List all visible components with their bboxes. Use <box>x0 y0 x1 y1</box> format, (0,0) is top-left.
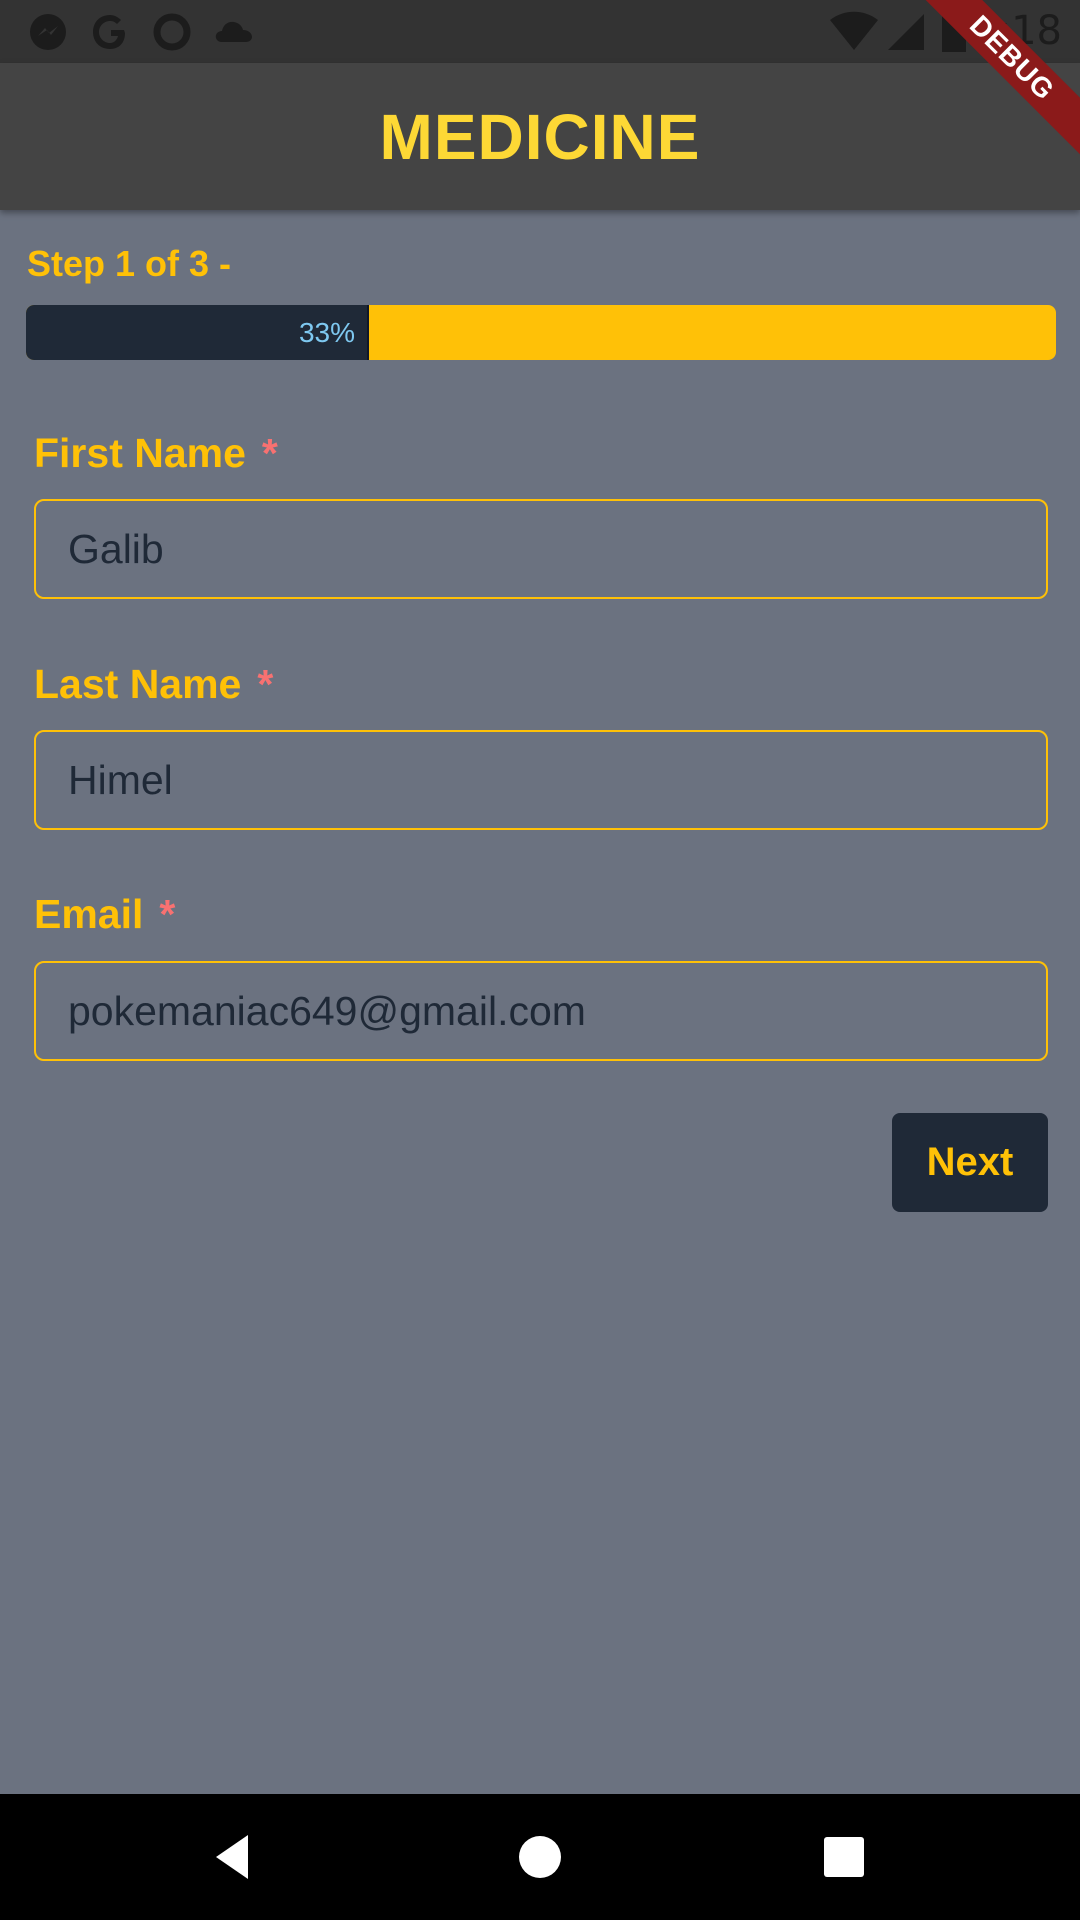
required-asterisk: * <box>257 661 274 707</box>
first-name-label: First Name * <box>34 430 278 477</box>
progress-bar: 33% <box>26 305 1056 360</box>
app-title: MEDICINE <box>379 100 701 173</box>
navigation-bar <box>0 1794 1080 1920</box>
first-name-field[interactable] <box>34 499 1048 599</box>
recents-icon[interactable] <box>814 1827 874 1887</box>
cloud-icon <box>215 21 252 42</box>
required-asterisk: * <box>261 430 278 476</box>
google-icon <box>93 15 125 49</box>
next-button[interactable]: Next <box>892 1113 1048 1212</box>
required-asterisk: * <box>159 891 176 937</box>
messenger-icon <box>30 14 66 50</box>
email-field[interactable] <box>34 961 1048 1061</box>
app-bar: MEDICINE <box>0 63 1080 210</box>
back-icon[interactable] <box>206 1827 266 1887</box>
circle-icon <box>153 13 191 51</box>
wifi-icon <box>830 11 878 50</box>
progress-percent: 33% <box>298 316 355 348</box>
email-label: Email * <box>34 891 175 938</box>
email-label-text: Email <box>34 891 144 937</box>
step-label: Step 1 of 3 - <box>27 243 232 284</box>
home-icon[interactable] <box>510 1827 570 1887</box>
last-name-label-text: Last Name <box>34 661 242 707</box>
last-name-field[interactable] <box>34 730 1048 830</box>
progress-fill: 33% <box>26 305 369 360</box>
status-bar: 7:18 <box>0 0 1080 63</box>
last-name-label: Last Name * <box>34 661 273 708</box>
status-time: 7:18 <box>972 8 1062 54</box>
signal-icon <box>888 14 924 50</box>
first-name-label-text: First Name <box>34 430 246 476</box>
battery-icon <box>942 12 966 52</box>
